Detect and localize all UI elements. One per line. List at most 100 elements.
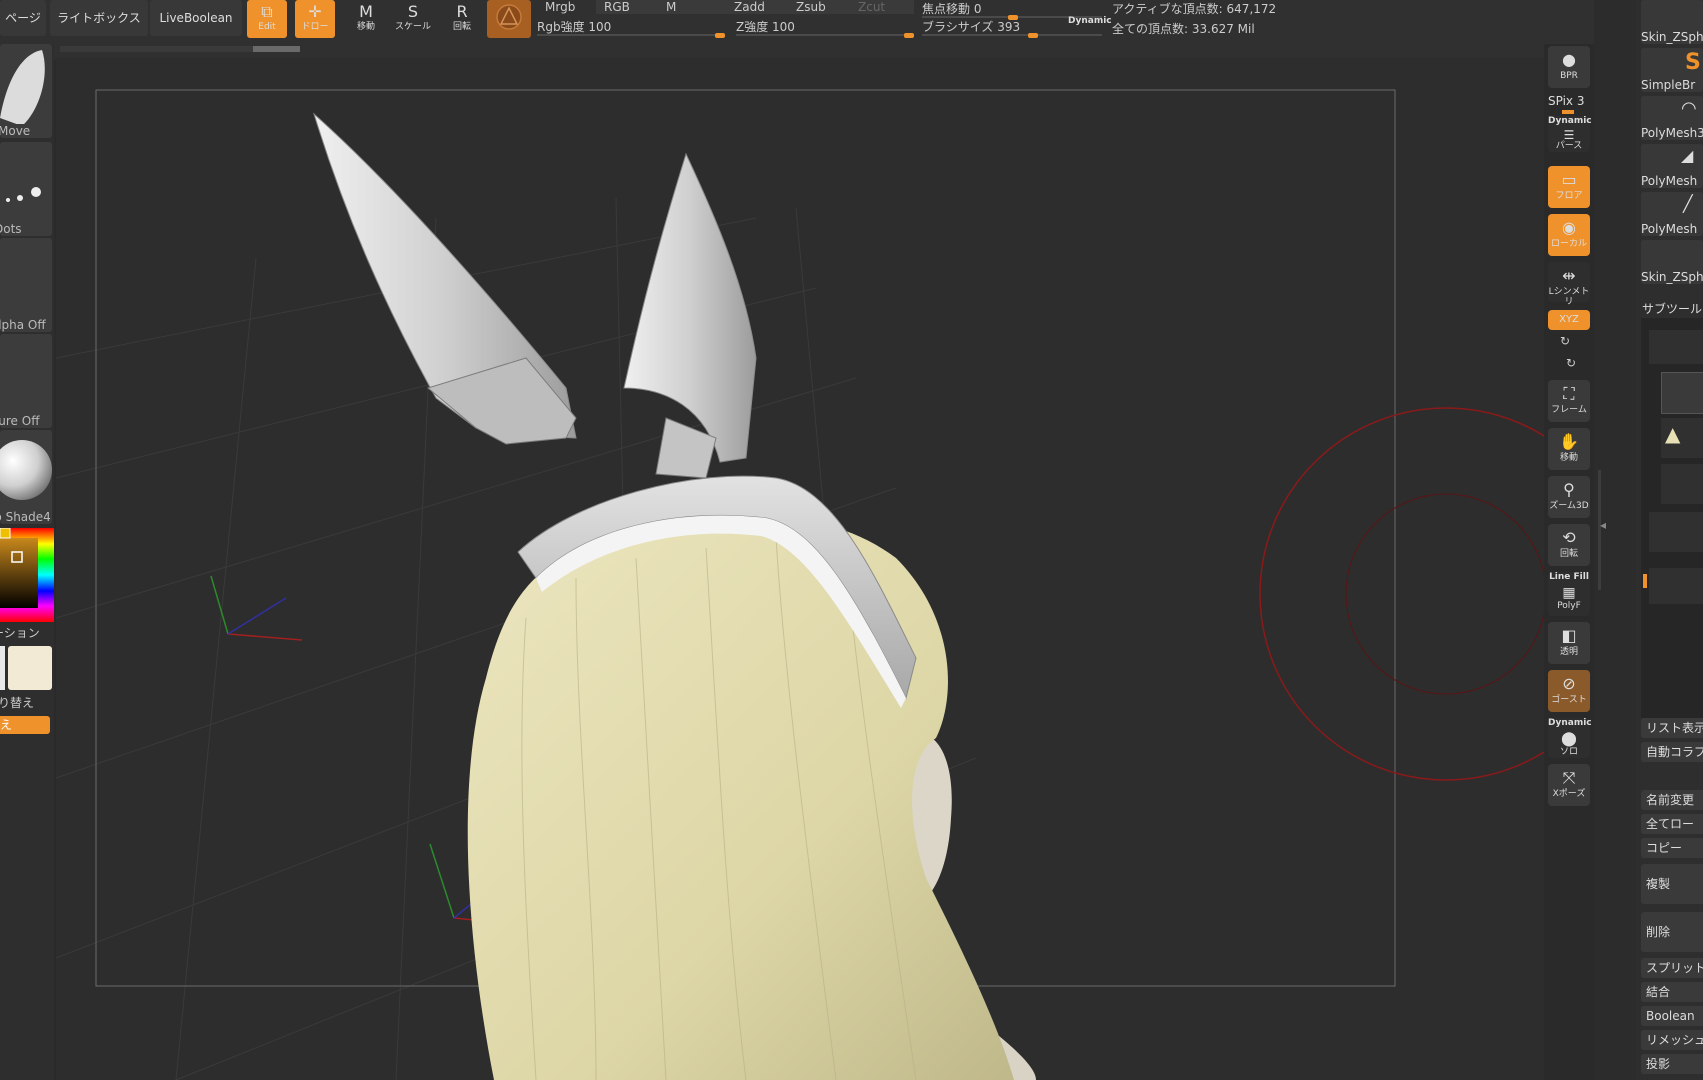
subtool-row[interactable]: ▲ — [1661, 418, 1703, 458]
m-toggle[interactable]: M — [658, 0, 730, 14]
main-color-swatch[interactable] — [8, 646, 52, 690]
all-low-button[interactable]: 全てロー — [1641, 814, 1703, 834]
secondary-color-swatch[interactable] — [0, 646, 5, 690]
perspective-icon: ☰ — [1563, 128, 1575, 142]
xyz-button[interactable]: XYZ — [1548, 310, 1590, 330]
edit-button[interactable]: ⧉ Edit — [247, 0, 287, 38]
zcut-toggle[interactable]: Zcut — [850, 0, 914, 14]
scroll-thumb[interactable] — [253, 46, 300, 52]
xpose-button[interactable]: ⤧ Xポーズ — [1548, 764, 1590, 806]
list-view-button[interactable]: リスト表示 — [1641, 718, 1703, 738]
transparent-button[interactable]: ◧ 透明 — [1548, 622, 1590, 664]
move-brush-icon — [0, 50, 45, 126]
zoom-icon: ⚲ — [1563, 480, 1575, 499]
brush-inner-circle — [1345, 493, 1544, 695]
zadd-toggle[interactable]: Zadd — [726, 0, 796, 14]
sculpt-scene — [56, 89, 1544, 1080]
merge-button[interactable]: 結合 — [1641, 982, 1703, 1002]
mrgb-toggle[interactable]: Mrgb — [537, 0, 599, 14]
edit-icon: ⧉ — [261, 2, 273, 21]
solo-button[interactable]: Dynamic ⬤ ソロ — [1548, 718, 1592, 758]
zsub-toggle[interactable]: Zsub — [788, 0, 858, 14]
tool-thumb-skin-zsphere[interactable]: Skin_ZSphe — [1641, 0, 1703, 44]
rotate-view-icon: ⟲ — [1562, 528, 1576, 547]
subtool-row[interactable] — [1661, 464, 1703, 504]
rgb-intensity-slider[interactable]: Rgb強度 100 — [537, 18, 725, 38]
tool-thumb-polymesh-2[interactable]: ◢ PolyMesh — [1641, 144, 1703, 188]
subtool-row[interactable] — [1649, 568, 1703, 604]
pan-button[interactable]: ✋ 移動 — [1548, 428, 1590, 470]
move-mode-button[interactable]: M 移動 — [346, 0, 386, 36]
xpose-icon: ⤧ — [1562, 768, 1576, 787]
brush-thumbnail[interactable]: Move — [0, 44, 52, 138]
tool-thumb-polymesh-3[interactable]: ╱ PolyMesh — [1641, 192, 1703, 236]
local-icon: ◉ — [1562, 218, 1576, 237]
page-button[interactable]: ページ — [0, 0, 46, 36]
polyframe-button[interactable]: Line Fill ▦ PolyF — [1548, 572, 1590, 616]
copy-button[interactable]: コピー — [1641, 838, 1703, 858]
tool-thumb-polymesh3d[interactable]: ◠ PolyMesh3 — [1641, 96, 1703, 140]
tool-thumb-skin-zsphere-2[interactable]: Skin_ZSphe — [1641, 240, 1703, 284]
dynamic-size-toggle[interactable]: Dynamic — [1068, 16, 1112, 26]
duplicate-button[interactable]: 複製 — [1641, 864, 1703, 904]
focal-shift-slider[interactable]: 焦点移動 0 — [922, 0, 1102, 20]
switch-color-label: り替え — [0, 696, 35, 710]
z-intensity-slider[interactable]: Z強度 100 — [736, 18, 914, 38]
rename-button[interactable]: 名前変更 — [1641, 790, 1703, 810]
polymesh3-icon: ╱ — [1683, 194, 1693, 213]
lightbox-button[interactable]: ライトボックス — [50, 0, 148, 36]
z-rotate-icon[interactable]: ↻ — [1566, 356, 1576, 370]
zoom3d-button[interactable]: ⚲ ズーム3D — [1548, 476, 1590, 518]
draw-button[interactable]: ✛ ドロー — [295, 0, 335, 38]
material-icon — [496, 4, 522, 30]
texture-thumbnail[interactable]: Texture Off — [0, 334, 52, 428]
floor-button[interactable]: ▭ フロア — [1548, 166, 1590, 208]
subtool-title[interactable]: サブツール — [1642, 300, 1702, 317]
spix-slider[interactable]: SPix 3 — [1548, 94, 1584, 108]
subtool-row[interactable] — [1649, 512, 1703, 552]
material-sphere-button[interactable] — [487, 0, 531, 38]
document-scrollbar[interactable] — [60, 46, 300, 52]
fill-button[interactable]: え — [0, 716, 50, 734]
ghost-icon: ⊘ — [1562, 674, 1576, 693]
ghost-button[interactable]: ⊘ ゴースト — [1548, 670, 1590, 712]
top-toolbar: ページ ライトボックス LiveBoolean ⧉ Edit ✛ ドロー M 移… — [0, 0, 1703, 60]
frame-button[interactable]: ⛶ フレーム — [1548, 380, 1590, 422]
floor-icon: ▭ — [1561, 170, 1577, 189]
split-button[interactable]: スプリット — [1641, 958, 1703, 978]
scale-icon: S — [407, 2, 419, 21]
right-shelf: ● BPR SPix 3 Dynamic ☰ パース ▭ フロア ◉ ローカル … — [1544, 44, 1594, 1080]
auto-collapse-button[interactable]: 自動コラプ — [1641, 742, 1703, 762]
symmetry-button[interactable]: ⇹ Lシンメトリ — [1548, 262, 1590, 307]
local-button[interactable]: ◉ ローカル — [1548, 214, 1590, 256]
subtool-row-selected[interactable] — [1661, 372, 1703, 414]
delete-button[interactable]: 削除 — [1641, 912, 1703, 952]
scale-mode-button[interactable]: S スケール — [393, 0, 433, 36]
rgb-toggle[interactable]: RGB — [596, 0, 666, 14]
stroke-thumbnail[interactable]: Dots — [0, 142, 52, 236]
color-picker[interactable] — [0, 527, 54, 622]
viewport-canvas[interactable] — [56, 58, 1544, 1080]
axis-gizmo-1 — [210, 575, 303, 641]
solo-icon: ⬤ — [1561, 731, 1577, 747]
liveboolean-button[interactable]: LiveBoolean — [150, 0, 242, 36]
transparent-icon: ◧ — [1561, 626, 1577, 645]
y-rotate-icon[interactable]: ↻ — [1560, 334, 1570, 348]
tool-thumb-simplebrush[interactable]: S SimpleBr — [1641, 48, 1703, 92]
spix-knob[interactable] — [1562, 110, 1574, 114]
rotate-view-button[interactable]: ⟲ 回転 — [1548, 524, 1590, 566]
remesh-button[interactable]: リメッシュ — [1641, 1030, 1703, 1050]
brush-circle — [1259, 407, 1544, 781]
rotate-mode-button[interactable]: R 回転 — [442, 0, 482, 36]
collapse-arrow-icon[interactable]: ◂ — [1600, 518, 1606, 532]
perspective-button[interactable]: Dynamic ☰ パース — [1548, 116, 1592, 152]
frame-icon: ⛶ — [1563, 384, 1575, 403]
material-thumbnail[interactable]: MatCap Shade4 — [0, 430, 52, 524]
boolean-button[interactable]: Boolean — [1641, 1006, 1703, 1026]
hand-icon: ✋ — [1559, 432, 1579, 451]
alpha-thumbnail[interactable]: Alpha Off — [0, 238, 52, 332]
bpr-button[interactable]: ● BPR — [1548, 46, 1590, 88]
subtool-row[interactable] — [1649, 330, 1703, 364]
project-button[interactable]: 投影 — [1641, 1054, 1703, 1074]
color-picker-swatch — [0, 527, 54, 622]
